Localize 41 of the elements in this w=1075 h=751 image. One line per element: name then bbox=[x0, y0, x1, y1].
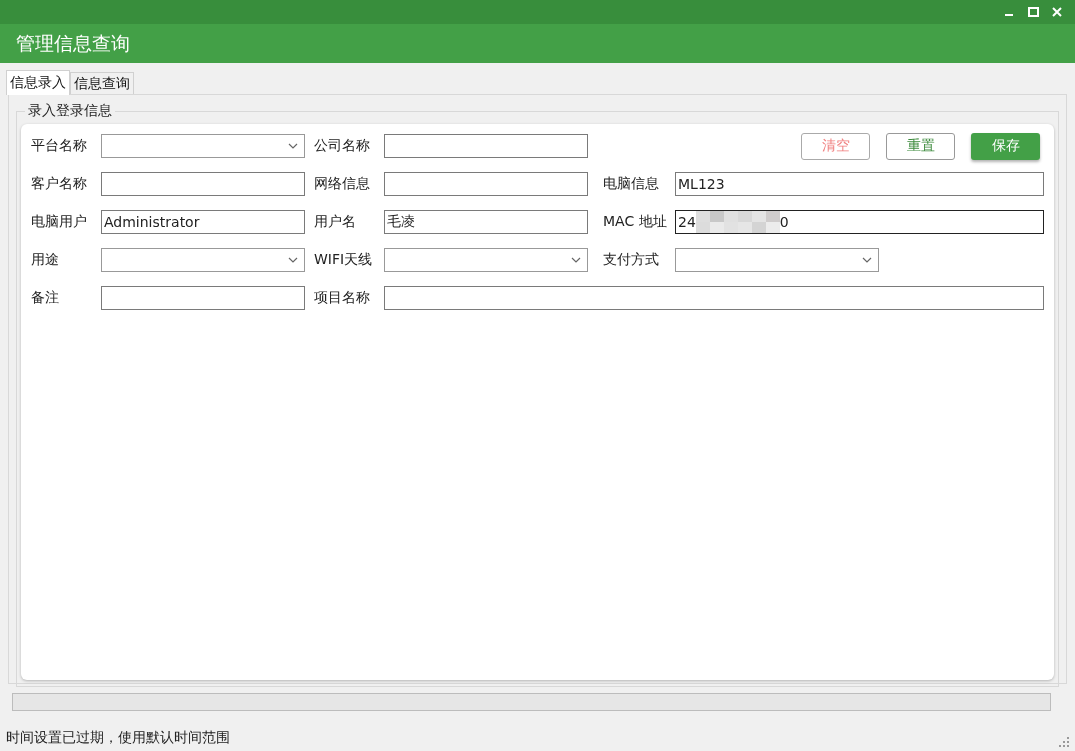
field-label: 项目名称 bbox=[314, 289, 371, 307]
field-label: 电脑用户 bbox=[31, 213, 88, 231]
field-label: 客户名称 bbox=[31, 175, 88, 193]
input-field[interactable] bbox=[384, 172, 588, 196]
field-label: WIFI天线 bbox=[314, 251, 374, 269]
field-label: 电脑信息 bbox=[603, 175, 660, 193]
input-field[interactable]: 毛凌 bbox=[384, 210, 588, 234]
field-label: 支付方式 bbox=[603, 251, 660, 269]
field-label: MAC 地址 bbox=[603, 213, 668, 231]
group-title: 录入登录信息 bbox=[25, 102, 115, 120]
dropdown[interactable] bbox=[101, 248, 305, 272]
close-icon[interactable] bbox=[1052, 7, 1062, 17]
tab[interactable]: 信息录入 bbox=[6, 70, 70, 95]
input-field[interactable] bbox=[384, 286, 1044, 310]
input-field[interactable]: ML123 bbox=[675, 172, 1044, 196]
field-label: 备注 bbox=[31, 289, 60, 307]
field-label: 平台名称 bbox=[31, 137, 88, 155]
field-label: 公司名称 bbox=[314, 137, 371, 155]
resize-grip-icon bbox=[1059, 737, 1069, 747]
chevron-down-icon bbox=[288, 257, 298, 263]
field-value: 0 bbox=[779, 214, 789, 230]
field-label: 用户名 bbox=[314, 213, 357, 231]
dropdown[interactable] bbox=[675, 248, 879, 272]
input-field[interactable] bbox=[101, 286, 305, 310]
chevron-down-icon bbox=[862, 257, 872, 263]
status-text: 时间设置已过期，使用默认时间范围 bbox=[6, 729, 230, 747]
dropdown[interactable] bbox=[384, 248, 588, 272]
window-title: 管理信息查询 bbox=[16, 30, 130, 56]
chevron-down-icon bbox=[571, 257, 581, 263]
dropdown[interactable] bbox=[101, 134, 305, 158]
input-field[interactable] bbox=[101, 172, 305, 196]
field-label: 网络信息 bbox=[314, 175, 371, 193]
field-value: 24 bbox=[678, 214, 696, 230]
input-field[interactable]: Administrator bbox=[101, 210, 305, 234]
field-label: 用途 bbox=[31, 251, 60, 269]
tab[interactable]: 信息查询 bbox=[70, 72, 134, 94]
chevron-down-icon bbox=[288, 143, 298, 149]
input-field[interactable]: 24 0 bbox=[675, 210, 1044, 234]
reset-button[interactable]: 重置 bbox=[886, 132, 955, 160]
input-field[interactable] bbox=[384, 134, 588, 158]
maximize-icon[interactable] bbox=[1027, 6, 1039, 18]
